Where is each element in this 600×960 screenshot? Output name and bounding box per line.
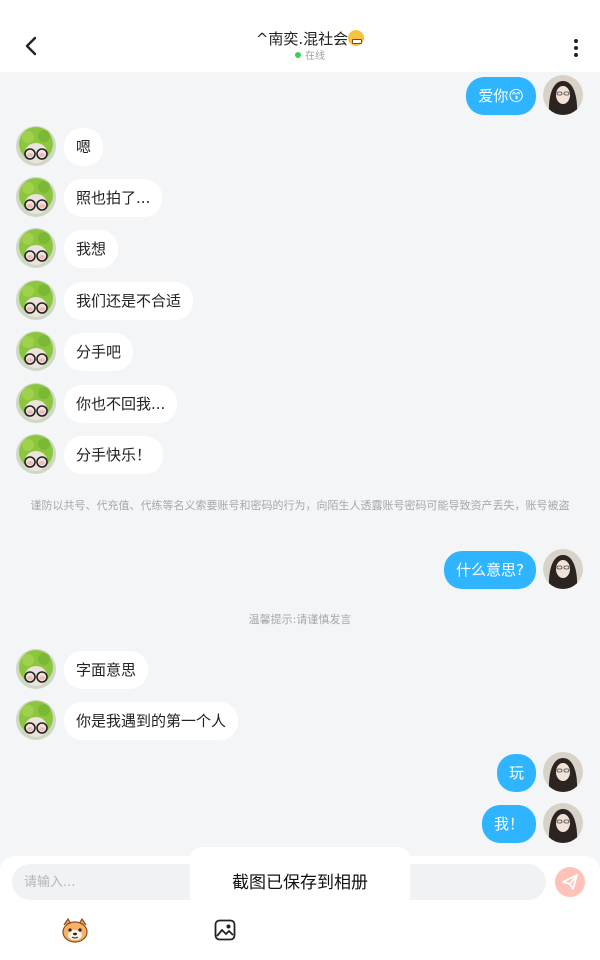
message-row-incoming: 嗯 [0, 126, 600, 168]
message-bubble[interactable]: 你是我遇到的第一个人 [64, 702, 239, 740]
more-button[interactable] [568, 36, 584, 60]
chat-header: ^南奕.混社会 在线 [0, 0, 600, 72]
contact-avatar[interactable] [16, 649, 56, 689]
contact-avatar[interactable] [16, 383, 56, 423]
message-row-incoming: 我想 [0, 228, 600, 270]
message-bubble[interactable]: 什么意思? [444, 551, 536, 589]
message-row-outgoing: 我！ [0, 803, 600, 845]
title-block: ^南奕.混社会 在线 [150, 28, 470, 64]
security-notice: 谨防以共号、代充值、代练等名义索要账号和密码的行为，向陌生人透露账号密码可能导致… [30, 499, 570, 512]
contact-avatar[interactable] [16, 126, 56, 166]
message-bubble[interactable]: 你也不回我... [64, 385, 178, 423]
contact-avatar[interactable] [16, 280, 56, 320]
image-button[interactable] [213, 918, 237, 942]
emoji-icon [62, 917, 88, 943]
chat-screen: ^南奕.混社会 在线 爱你😙 嗯 照也拍了... 我想 我们还是不合适 分手吧 … [0, 0, 600, 960]
back-arrow-icon [25, 36, 37, 56]
chat-title: ^南奕.混社会 [150, 28, 470, 50]
message-row-incoming: 字面意思 [0, 649, 600, 691]
message-row-incoming: 照也拍了... [0, 177, 600, 219]
image-icon [214, 919, 236, 941]
message-bubble[interactable]: 爱你😙 [466, 77, 536, 115]
message-bubble[interactable]: 我想 [64, 230, 119, 268]
send-icon [562, 874, 578, 890]
online-dot-icon [295, 52, 301, 58]
more-vertical-icon [574, 39, 578, 57]
message-bubble[interactable]: 玩 [496, 754, 536, 792]
my-avatar[interactable] [543, 549, 583, 589]
contact-avatar[interactable] [16, 177, 56, 217]
message-row-incoming: 我们还是不合适 [0, 280, 600, 322]
back-button[interactable] [18, 32, 46, 60]
contact-avatar[interactable] [16, 700, 56, 740]
emoji-button[interactable] [60, 916, 90, 944]
grimace-emoji-icon [348, 30, 365, 46]
my-avatar[interactable] [543, 752, 583, 792]
my-avatar[interactable] [543, 803, 583, 843]
online-status: 在线 [150, 50, 470, 64]
warm-tip: 温馨提示:请谨慎发言 [248, 613, 352, 626]
message-row-outgoing: 什么意思? [0, 549, 600, 591]
message-bubble[interactable]: 嗯 [64, 128, 104, 166]
message-bubble[interactable]: 我！ [481, 805, 536, 843]
message-row-incoming: 你也不回我... [0, 383, 600, 425]
my-avatar[interactable] [543, 75, 583, 115]
contact-avatar[interactable] [16, 434, 56, 474]
status-label: 在线 [305, 51, 325, 62]
send-button[interactable] [555, 867, 585, 897]
contact-name: ^南奕.混社会 [255, 30, 349, 48]
message-row-outgoing: 玩 [0, 752, 600, 794]
message-bubble[interactable]: 分手快乐！ [64, 436, 164, 474]
message-bubble[interactable]: 字面意思 [64, 651, 149, 689]
contact-avatar[interactable] [16, 331, 56, 371]
message-row-outgoing: 爱你😙 [0, 75, 600, 117]
message-bubble[interactable]: 照也拍了... [64, 179, 163, 217]
message-row-incoming: 你是我遇到的第一个人 [0, 700, 600, 742]
message-row-incoming: 分手吧 [0, 331, 600, 373]
contact-avatar[interactable] [16, 228, 56, 268]
message-bubble[interactable]: 分手吧 [64, 333, 134, 371]
saved-toast: 截图已保存到相册 [190, 847, 410, 919]
message-row-incoming: 分手快乐！ [0, 434, 600, 476]
message-bubble[interactable]: 我们还是不合适 [64, 282, 194, 320]
